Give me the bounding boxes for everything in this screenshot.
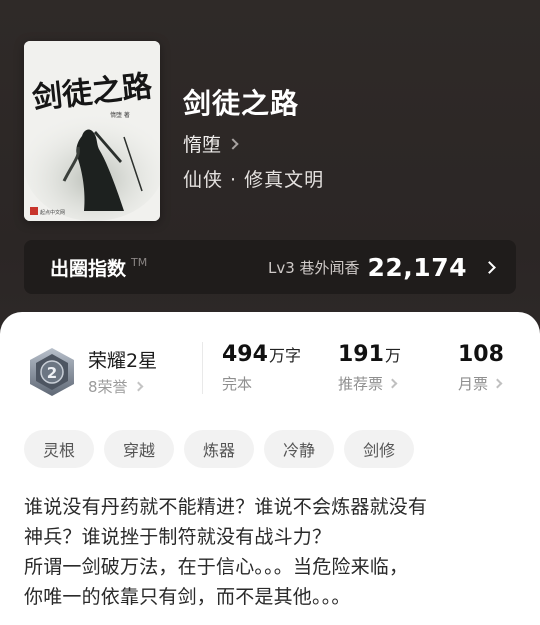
tag-chip[interactable]: 灵根 <box>24 430 95 468</box>
divider <box>202 342 203 394</box>
stat-monthly-votes[interactable]: 108 月票 <box>458 342 505 394</box>
stat-label: 完本 <box>222 375 253 393</box>
badge-number: 2 <box>47 364 57 382</box>
tag-chip[interactable]: 炼器 <box>184 430 255 468</box>
honor-subtitle: 8荣誉 <box>88 378 128 396</box>
chuquan-index-bar[interactable]: 出圈指数 TM Lv3 巷外闻香 22,174 <box>24 240 516 294</box>
chevron-right-icon <box>133 381 143 392</box>
honor-badge-icon[interactable]: 2 <box>28 347 76 397</box>
description-line: 谁说没有丹药就不能精进？谁说不会炼器就没有 <box>24 496 428 518</box>
chevron-right-icon <box>483 260 496 274</box>
author-link[interactable]: 惰堕 <box>183 130 239 157</box>
stat-recommend-votes[interactable]: 191万 推荐票 <box>338 342 401 394</box>
stat-label: 推荐票 <box>338 375 384 393</box>
honor-title: 荣耀2星 <box>88 350 158 372</box>
description-line: 你唯一的依靠只有剑，而不是其他。。。 <box>24 586 351 608</box>
chevron-right-icon <box>227 137 239 150</box>
description-line: 所谓一剑破万法，在于信心。。。当危险来临， <box>24 556 409 578</box>
chevron-right-icon <box>387 378 398 389</box>
book-cover[interactable]: 剑徒之路 惰堕 著 起点中文网 <box>24 41 160 221</box>
tag-chip[interactable]: 穿越 <box>104 430 175 468</box>
genre-text: 仙侠 · 修真文明 <box>183 169 325 191</box>
stat-word-count: 494万字 完本 <box>222 342 301 394</box>
cover-publisher-mark: 起点中文网 <box>40 209 65 216</box>
honor-subtitle-link[interactable]: 8荣誉 <box>88 376 143 397</box>
description-line: 神兵？谁说挫于制符就没有战斗力？ <box>24 526 332 548</box>
chevron-right-icon <box>492 378 503 389</box>
book-description[interactable]: 谁说没有丹药就不能精进？谁说不会炼器就没有 神兵？谁说挫于制符就没有战斗力？ 所… <box>24 492 520 612</box>
tag-list: 灵根 穿越 炼器 冷静 剑修 <box>24 430 415 468</box>
chuquan-label: 出圈指数 <box>50 257 127 280</box>
stat-value: 108 <box>458 342 504 367</box>
stat-unit: 万 <box>384 346 401 365</box>
cover-author-print: 惰堕 著 <box>110 111 130 119</box>
stat-value: 191 <box>338 342 384 367</box>
trademark-mark: TM <box>131 255 148 269</box>
stat-label: 月票 <box>458 375 489 393</box>
chuquan-value: 22,174 <box>367 252 467 282</box>
author-name: 惰堕 <box>183 134 222 156</box>
tag-chip[interactable]: 冷静 <box>264 430 335 468</box>
stat-unit: 万字 <box>268 346 301 365</box>
book-title: 剑徒之路 <box>183 87 300 120</box>
chuquan-level: Lv3 巷外闻香 <box>267 258 360 277</box>
book-info-card: 2 荣耀2星 8荣誉 494万字 完本 191万 推荐票 108 月票 灵根 穿… <box>0 312 540 625</box>
tag-chip[interactable]: 剑修 <box>344 430 415 468</box>
stat-value: 494 <box>222 342 268 367</box>
cover-illustration: 剑徒之路 惰堕 著 起点中文网 <box>24 41 160 221</box>
